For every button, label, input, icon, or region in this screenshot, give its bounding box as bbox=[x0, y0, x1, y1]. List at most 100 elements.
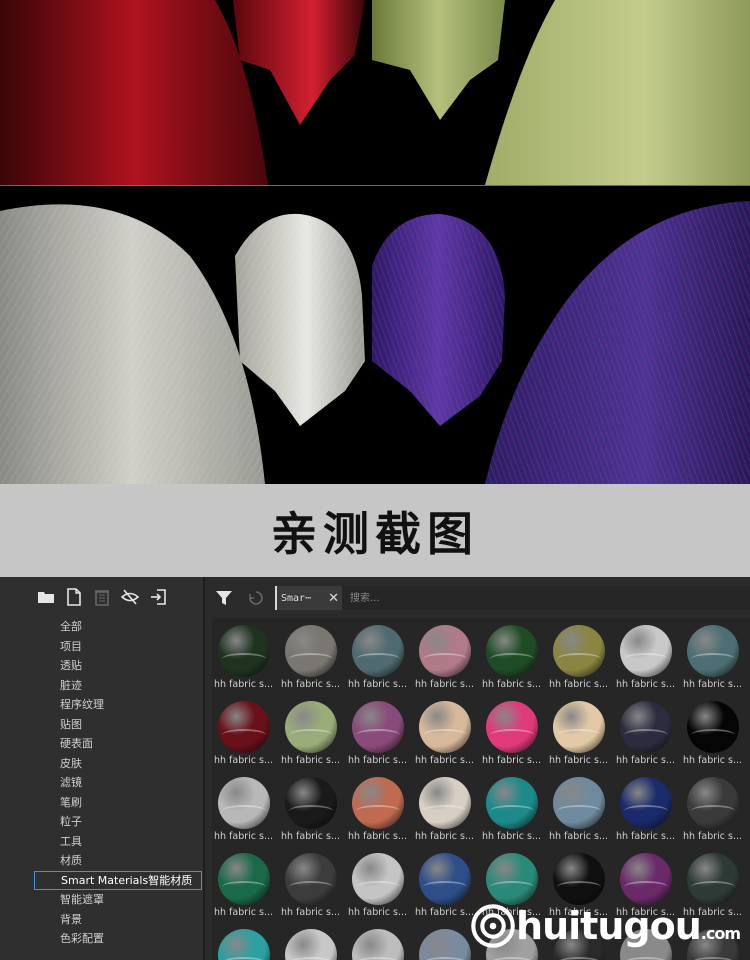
render-preview-top bbox=[0, 0, 750, 185]
material-thumbnail[interactable]: hh fabric s... bbox=[480, 695, 546, 771]
material-thumbnail[interactable]: hh fabric s... bbox=[346, 847, 412, 923]
material-sphere-preview bbox=[620, 701, 672, 753]
material-thumbnail[interactable]: hh fabric s... bbox=[614, 619, 680, 695]
material-thumbnail[interactable]: hh fabric s... bbox=[681, 619, 747, 695]
category-item[interactable]: 程序纹理 bbox=[34, 695, 202, 715]
material-label: hh fabric s... bbox=[281, 679, 341, 690]
category-item[interactable]: 粒子 bbox=[34, 812, 202, 832]
material-thumbnail[interactable]: hh fabric s... bbox=[413, 619, 479, 695]
category-item[interactable]: 工具 bbox=[34, 832, 202, 852]
material-sphere-preview bbox=[419, 701, 471, 753]
close-icon[interactable]: ✕ bbox=[328, 591, 343, 606]
material-sphere-preview bbox=[687, 777, 739, 829]
hide-icon[interactable] bbox=[120, 587, 140, 607]
material-thumbnail[interactable]: hh fabric s... bbox=[480, 619, 546, 695]
category-item[interactable]: 色彩配置 bbox=[34, 929, 202, 949]
material-label: hh fabric s... bbox=[549, 831, 609, 842]
material-label: hh fabric s... bbox=[616, 831, 676, 842]
material-sphere-preview bbox=[486, 625, 538, 677]
category-item[interactable]: 脏迹 bbox=[34, 676, 202, 696]
material-sphere-preview bbox=[620, 777, 672, 829]
material-thumbnail[interactable]: hh fabric s... bbox=[212, 695, 278, 771]
render-preview-bottom bbox=[0, 186, 750, 484]
material-label: hh fabric s... bbox=[482, 679, 542, 690]
material-sphere-preview bbox=[419, 625, 471, 677]
caption-text: 亲测截图 bbox=[271, 506, 479, 561]
shelf-toolbar bbox=[36, 587, 168, 607]
material-sphere-preview bbox=[285, 701, 337, 753]
material-thumbnail[interactable]: hh fabric s... bbox=[346, 619, 412, 695]
category-item[interactable]: Smart Materials智能材质 bbox=[34, 870, 202, 890]
category-item[interactable]: 贴图 bbox=[34, 715, 202, 735]
material-thumbnail[interactable]: hh fabric s... bbox=[681, 695, 747, 771]
category-item[interactable]: 材质 bbox=[34, 851, 202, 871]
import-icon[interactable] bbox=[148, 587, 168, 607]
category-item[interactable]: 硬表面 bbox=[34, 734, 202, 754]
material-label: hh fabric s... bbox=[482, 755, 542, 766]
material-thumbnail[interactable]: hh fabric s... bbox=[413, 695, 479, 771]
material-label: hh fabric s... bbox=[415, 831, 475, 842]
material-thumbnail[interactable]: hh fabric s... bbox=[547, 619, 613, 695]
watermark-main: huitugou bbox=[516, 904, 702, 948]
material-thumbnail[interactable]: hh fabric s... bbox=[346, 695, 412, 771]
shelf-category-panel: 全部 项目 透贴 脏迹 程序纹理 贴图 硬表面 皮肤 滤镜 笔刷 粒子 工具 材质 Smart Mater… bbox=[0, 577, 205, 960]
watermark-text: huitugou.com bbox=[516, 904, 741, 948]
material-sphere-preview bbox=[687, 625, 739, 677]
watermark-suffix: .com bbox=[700, 924, 741, 943]
search-input[interactable] bbox=[342, 586, 750, 610]
material-thumbnail[interactable]: hh fabric s... bbox=[212, 847, 278, 923]
material-thumbnail[interactable]: hh fabric s... bbox=[614, 695, 680, 771]
category-item[interactable]: 背景 bbox=[34, 910, 202, 930]
category-item[interactable]: 滤镜 bbox=[34, 773, 202, 793]
material-sphere-preview bbox=[218, 853, 270, 905]
material-label: hh fabric s... bbox=[348, 831, 408, 842]
material-thumbnail[interactable]: hh fabric s... bbox=[279, 847, 345, 923]
material-thumbnail[interactable]: hh fabric s... bbox=[681, 771, 747, 847]
category-item[interactable]: 全部 bbox=[34, 617, 202, 637]
material-sphere-preview bbox=[553, 625, 605, 677]
material-thumbnail[interactable]: hh fabric s... bbox=[413, 771, 479, 847]
material-label: hh fabric s... bbox=[281, 755, 341, 766]
caption-bar: 亲测截图 bbox=[0, 484, 750, 577]
material-thumbnail[interactable] bbox=[212, 923, 278, 960]
material-thumbnail[interactable]: hh fabric s... bbox=[212, 619, 278, 695]
category-item[interactable]: 项目 bbox=[34, 637, 202, 657]
category-item[interactable]: 智能遮罩 bbox=[34, 890, 202, 910]
material-thumbnail[interactable]: hh fabric s... bbox=[547, 771, 613, 847]
folder-icon[interactable] bbox=[36, 587, 56, 607]
material-thumbnail[interactable]: hh fabric s... bbox=[279, 619, 345, 695]
category-item[interactable]: 笔刷 bbox=[34, 793, 202, 813]
shelf-filter-toolbar: Smar⋯ ✕ bbox=[205, 585, 750, 611]
material-sphere-preview bbox=[352, 853, 404, 905]
material-label: hh fabric s... bbox=[683, 831, 743, 842]
logo-icon bbox=[471, 904, 515, 948]
trash-icon[interactable] bbox=[92, 587, 112, 607]
category-item[interactable]: 皮肤 bbox=[34, 754, 202, 774]
material-label: hh fabric s... bbox=[348, 679, 408, 690]
material-sphere-preview bbox=[419, 853, 471, 905]
material-label: hh fabric s... bbox=[683, 755, 743, 766]
red-cloth-large bbox=[0, 0, 268, 185]
material-label: hh fabric s... bbox=[415, 679, 475, 690]
material-thumbnail[interactable]: hh fabric s... bbox=[346, 771, 412, 847]
material-thumbnail[interactable] bbox=[279, 923, 345, 960]
material-sphere-preview bbox=[218, 701, 270, 753]
watermark-logo: huitugou.com bbox=[470, 896, 741, 956]
filter-icon[interactable] bbox=[215, 589, 233, 607]
material-thumbnail[interactable]: hh fabric s... bbox=[547, 695, 613, 771]
material-label: hh fabric s... bbox=[281, 831, 341, 842]
material-label: hh fabric s... bbox=[348, 755, 408, 766]
material-thumbnail[interactable]: hh fabric s... bbox=[279, 771, 345, 847]
material-thumbnail[interactable]: hh fabric s... bbox=[480, 771, 546, 847]
category-item[interactable]: 透贴 bbox=[34, 656, 202, 676]
filter-tab-smart-materials[interactable]: Smar⋯ ✕ bbox=[275, 586, 343, 610]
material-thumbnail[interactable]: hh fabric s... bbox=[279, 695, 345, 771]
material-thumbnail[interactable]: hh fabric s... bbox=[212, 771, 278, 847]
reset-icon[interactable] bbox=[247, 589, 265, 607]
material-sphere-preview bbox=[218, 929, 270, 960]
material-sphere-preview bbox=[352, 701, 404, 753]
material-thumbnail[interactable] bbox=[346, 923, 412, 960]
material-label: hh fabric s... bbox=[281, 907, 341, 918]
material-thumbnail[interactable]: hh fabric s... bbox=[614, 771, 680, 847]
new-file-icon[interactable] bbox=[64, 587, 84, 607]
